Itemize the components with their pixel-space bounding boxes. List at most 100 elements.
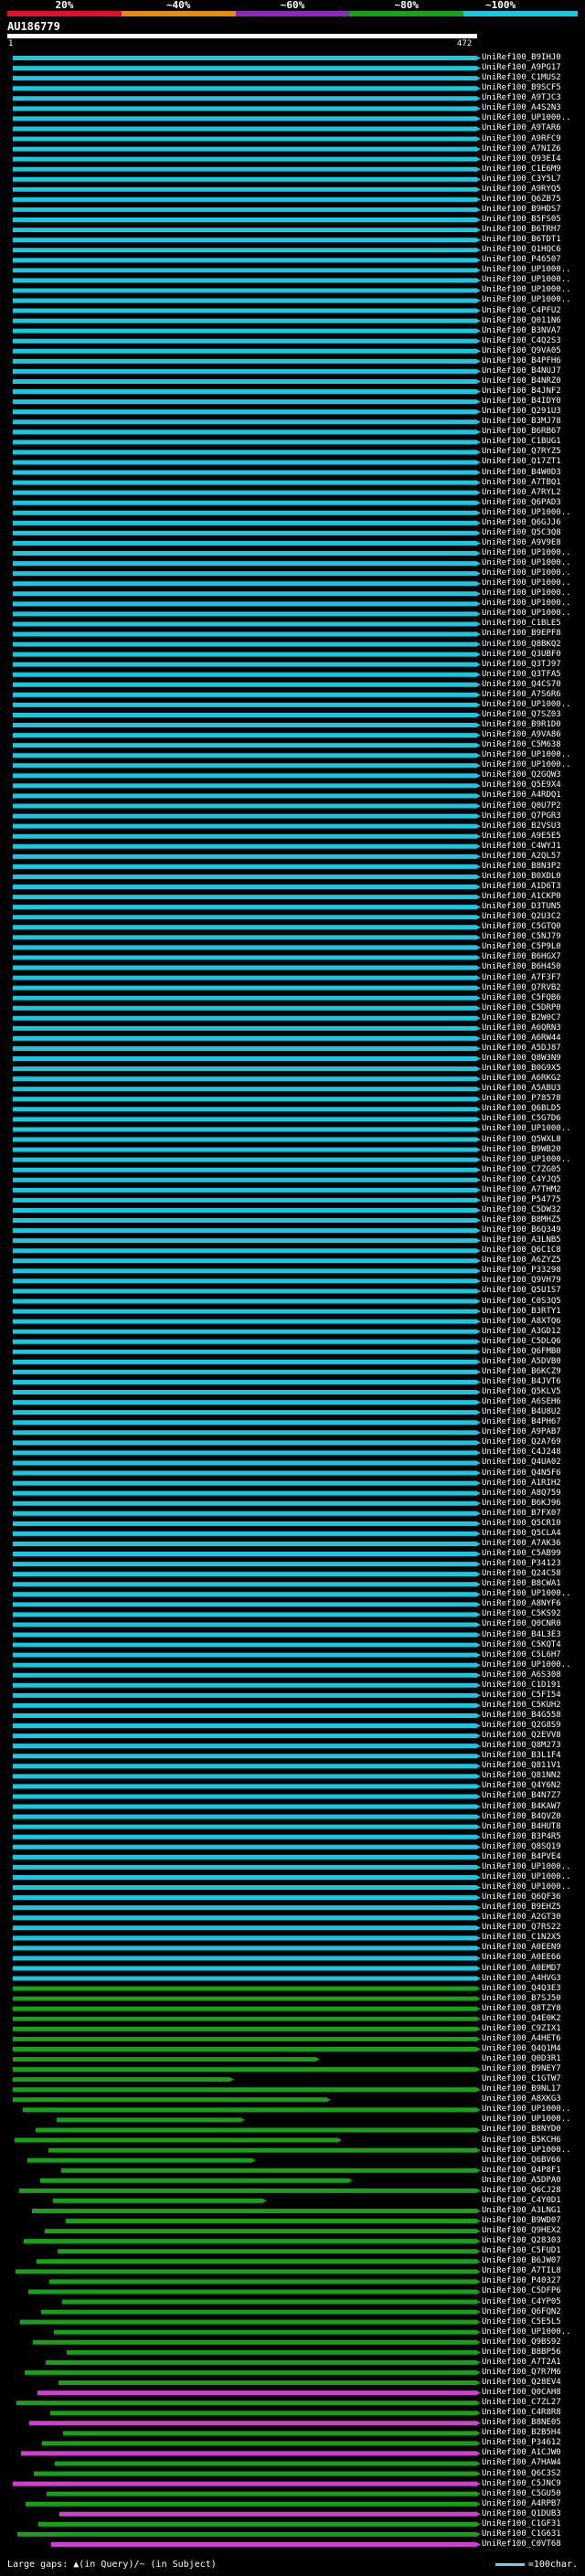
hit-label[interactable]: UniRef100_B5FS05 (482, 215, 561, 225)
hit-label[interactable]: UniRef100_UP1000.. (482, 548, 571, 558)
hit-label[interactable]: UniRef100_C5KQT4 (482, 1640, 561, 1650)
hit-label[interactable]: UniRef100_Q1HQC6 (482, 245, 561, 255)
hit-label[interactable]: UniRef100_C7ZG05 (482, 1165, 561, 1175)
hit-label[interactable]: UniRef100_Q7PGR3 (482, 811, 561, 822)
hit-label[interactable]: UniRef100_B8CWA1 (482, 1579, 561, 1589)
hit-label[interactable]: UniRef100_B4NRZ0 (482, 376, 561, 387)
hit-label[interactable]: UniRef100_B4JVT6 (482, 1377, 561, 1387)
hit-label[interactable]: UniRef100_A4RPB7 (482, 2499, 561, 2509)
hit-label[interactable]: UniRef100_B3P4R5 (482, 1832, 561, 1842)
hit-label[interactable]: UniRef100_B8NE05 (482, 2418, 561, 2428)
hit-label[interactable]: UniRef100_UP1000.. (482, 2104, 571, 2115)
hit-label[interactable]: UniRef100_A6ZYZ5 (482, 1256, 561, 1266)
hit-label[interactable]: UniRef100_B8BP56 (482, 2348, 561, 2358)
hit-label[interactable]: UniRef100_Q6PAD3 (482, 498, 561, 508)
hit-label[interactable]: UniRef100_Q5U1S7 (482, 1286, 561, 1296)
hit-label[interactable]: UniRef100_UP1000.. (482, 1862, 571, 1872)
hit-label[interactable]: UniRef100_C4Q2S3 (482, 336, 561, 346)
hit-label[interactable]: UniRef100_C4YP05 (482, 2297, 561, 2307)
hit-label[interactable]: UniRef100_Q3TJ97 (482, 660, 561, 670)
hit-label[interactable]: UniRef100_Q4E0K2 (482, 2014, 561, 2024)
hit-label[interactable]: UniRef100_B6H450 (482, 962, 561, 972)
hit-label[interactable]: UniRef100_Q3UBF0 (482, 650, 561, 660)
hit-label[interactable]: UniRef100_C5NJ79 (482, 932, 561, 942)
hit-label[interactable]: UniRef100_A6SEH6 (482, 1397, 561, 1407)
hit-label[interactable]: UniRef100_C5KUH2 (482, 1701, 561, 1711)
hit-label[interactable]: UniRef100_Q9VH79 (482, 1276, 561, 1286)
hit-label[interactable]: UniRef100_Q4CS70 (482, 680, 561, 690)
hit-label[interactable]: UniRef100_UP1000.. (482, 1155, 571, 1165)
hit-label[interactable]: UniRef100_A9VA86 (482, 730, 561, 740)
hit-label[interactable]: UniRef100_A6S308 (482, 1670, 561, 1680)
hit-label[interactable]: UniRef100_C5JNC9 (482, 2479, 561, 2489)
hit-label[interactable]: UniRef100_Q7RS22 (482, 1923, 561, 1933)
hit-label[interactable]: UniRef100_Q0CAH8 (482, 2388, 561, 2398)
hit-label[interactable]: UniRef100_Q2GQW3 (482, 770, 561, 780)
hit-label[interactable]: UniRef100_UP1000.. (482, 275, 571, 285)
hit-label[interactable]: UniRef100_B6HGX7 (482, 952, 561, 962)
hit-label[interactable]: UniRef100_Q9VA05 (482, 346, 561, 356)
hit-label[interactable]: UniRef100_Q4Q3E3 (482, 1984, 561, 1994)
hit-label[interactable]: UniRef100_C0S3Q5 (482, 1297, 561, 1307)
hit-label[interactable]: UniRef100_C1GTW7 (482, 2074, 561, 2084)
hit-label[interactable]: UniRef100_A2QL57 (482, 852, 561, 862)
hit-label[interactable]: UniRef100_B6TDT1 (482, 235, 561, 245)
hit-label[interactable]: UniRef100_B7FX07 (482, 1509, 561, 1519)
hit-label[interactable]: UniRef100_Q28EV4 (482, 2378, 561, 2388)
hit-label[interactable]: UniRef100_C5FUD1 (482, 2246, 561, 2256)
hit-label[interactable]: UniRef100_UP1000.. (482, 588, 571, 599)
hit-label[interactable]: UniRef100_Q5E9X4 (482, 780, 561, 790)
hit-label[interactable]: UniRef100_Q2A769 (482, 1437, 561, 1447)
hit-label[interactable]: UniRef100_Q8TZY8 (482, 2004, 561, 2014)
hit-label[interactable]: UniRef100_Q811V1 (482, 1761, 561, 1771)
hit-label[interactable]: UniRef100_A7TBQ1 (482, 478, 561, 488)
hit-label[interactable]: UniRef100_Q7R7M6 (482, 2368, 561, 2378)
hit-label[interactable]: UniRef100_Q28303 (482, 2236, 561, 2246)
hit-label[interactable]: UniRef100_A7THM2 (482, 1185, 561, 1195)
hit-label[interactable]: UniRef100_Q7RVB2 (482, 983, 561, 993)
hit-label[interactable]: UniRef100_C1E6M9 (482, 164, 561, 175)
hit-label[interactable]: UniRef100_Q0U7P2 (482, 801, 561, 811)
hit-label[interactable]: UniRef100_B9SCF5 (482, 83, 561, 93)
hit-label[interactable]: UniRef100_UP1000.. (482, 2146, 571, 2156)
hit-label[interactable]: UniRef100_UP1000.. (482, 1124, 571, 1134)
hit-label[interactable]: UniRef100_B4NUJ7 (482, 366, 561, 376)
hit-label[interactable]: UniRef100_A3GD12 (482, 1327, 561, 1337)
hit-label[interactable]: UniRef100_UP1000.. (482, 750, 571, 760)
hit-label[interactable]: UniRef100_Q0CNR0 (482, 1619, 561, 1629)
hit-label[interactable]: UniRef100_A6QRN3 (482, 1023, 561, 1034)
hit-label[interactable]: UniRef100_P34123 (482, 1559, 561, 1569)
hit-label[interactable]: UniRef100_C5GTQ0 (482, 922, 561, 932)
hit-label[interactable]: UniRef100_B3MJ78 (482, 417, 561, 427)
hit-label[interactable]: UniRef100_D3TUN5 (482, 902, 561, 912)
hit-label[interactable]: UniRef100_C4PFU2 (482, 306, 561, 316)
hit-label[interactable]: UniRef100_B6KCZ9 (482, 1367, 561, 1377)
hit-label[interactable]: UniRef100_UP1000.. (482, 578, 571, 588)
hit-label[interactable]: UniRef100_A1CJW0 (482, 2448, 561, 2458)
hit-label[interactable]: UniRef100_C4Y0D1 (482, 2196, 561, 2206)
hit-label[interactable]: UniRef100_A9TAR6 (482, 123, 561, 133)
hit-label[interactable]: UniRef100_UP1000.. (482, 609, 571, 619)
hit-label[interactable]: UniRef100_B8MHZ5 (482, 1215, 561, 1225)
hit-label[interactable]: UniRef100_B7SJ50 (482, 1994, 561, 2004)
hit-label[interactable]: UniRef100_Q5KLV5 (482, 1387, 561, 1397)
hit-label[interactable]: UniRef100_C1BUG1 (482, 437, 561, 447)
hit-label[interactable]: UniRef100_Q5CR10 (482, 1519, 561, 1529)
hit-label[interactable]: UniRef100_B9WB20 (482, 1145, 561, 1155)
hit-label[interactable]: UniRef100_B4PFH6 (482, 356, 561, 366)
hit-label[interactable]: UniRef100_UP1000.. (482, 568, 571, 578)
hit-label[interactable]: UniRef100_P40327 (482, 2276, 561, 2286)
hit-label[interactable]: UniRef100_B3NVA7 (482, 326, 561, 336)
hit-label[interactable]: UniRef100_B4G558 (482, 1711, 561, 1721)
hit-label[interactable]: UniRef100_C5P9L0 (482, 942, 561, 952)
hit-label[interactable]: UniRef100_B9WD07 (482, 2216, 561, 2226)
hit-label[interactable]: UniRef100_B9IHJ0 (482, 53, 561, 63)
hit-label[interactable]: UniRef100_B4N7Z7 (482, 1791, 561, 1801)
hit-label[interactable]: UniRef100_UP1000.. (482, 285, 571, 295)
hit-label[interactable]: UniRef100_Q6BV66 (482, 2156, 561, 2166)
hit-label[interactable]: UniRef100_Q4Q1M4 (482, 2044, 561, 2054)
hit-label[interactable]: UniRef100_Q17ZT1 (482, 457, 561, 467)
hit-label[interactable]: UniRef100_UP1000.. (482, 760, 571, 770)
hit-label[interactable]: UniRef100_C5DLQ6 (482, 1337, 561, 1347)
hit-label[interactable]: UniRef100_Q7RYZ5 (482, 447, 561, 457)
